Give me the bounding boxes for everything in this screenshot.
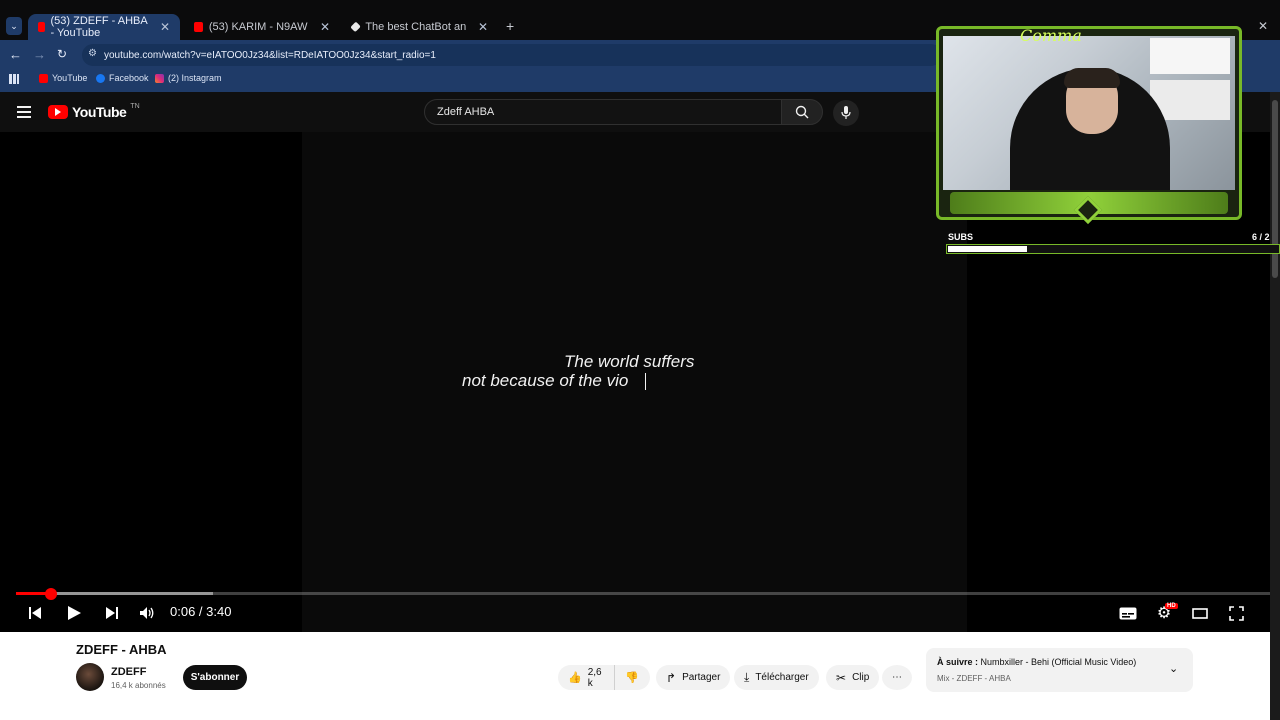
tab-label: (53) KARIM - N9AWEM ( Officia: [208, 21, 308, 33]
search-input[interactable]: Zdeff AHBA: [424, 99, 782, 125]
time-display: 0:06 / 3:40: [170, 604, 232, 619]
youtube-logo[interactable]: YouTube TN: [48, 102, 140, 120]
youtube-favicon-icon: [39, 73, 48, 83]
subs-goal-count: 6 / 25: [1252, 232, 1270, 242]
streamer-hair: [1064, 68, 1120, 88]
lyric-line-1: The world suffers: [564, 352, 695, 371]
close-tab-icon[interactable]: ✕: [160, 20, 170, 34]
download-button[interactable]: ⤓ Télécharger: [734, 665, 819, 690]
previous-button[interactable]: [24, 603, 46, 623]
url-text: youtube.com/watch?v=eIATOO0Jz34&list=RDe…: [104, 49, 436, 61]
forward-icon[interactable]: →: [33, 47, 46, 62]
search-button[interactable]: [781, 99, 823, 125]
next-icon: [106, 607, 118, 619]
more-actions-button[interactable]: ⋯: [882, 665, 912, 690]
tab-label: The best ChatBot and Widgets: [365, 21, 466, 33]
avatar[interactable]: [76, 663, 104, 691]
fullscreen-icon: [1228, 605, 1244, 621]
youtube-play-logo-icon: [48, 105, 68, 119]
download-icon: ⤓: [744, 670, 750, 684]
theater-mode-button[interactable]: [1189, 603, 1211, 623]
instagram-icon: [155, 73, 164, 83]
thumbs-down-icon: 👎: [625, 672, 639, 684]
lyric-line-2: not because of the vio: [462, 371, 629, 390]
more-icon: ⋯: [892, 672, 902, 683]
tab-list-button[interactable]: ⌄: [6, 17, 22, 35]
country-code: TN: [130, 102, 140, 110]
back-icon[interactable]: ←: [9, 47, 22, 62]
tab-label: (53) ZDEFF - AHBA - YouTube: [50, 15, 148, 39]
share-button[interactable]: ↱ Partager: [656, 665, 731, 690]
settings-button[interactable]: ⚙ HD: [1153, 603, 1178, 623]
subs-goal-fill: [948, 246, 1027, 252]
bookmark-label: Facebook: [109, 73, 149, 83]
search-icon: [795, 105, 809, 119]
search-value: Zdeff AHBA: [437, 106, 495, 118]
download-label: Télécharger: [755, 672, 809, 683]
close-tab-icon[interactable]: ✕: [478, 20, 488, 34]
next-button[interactable]: [101, 603, 123, 623]
voice-search-button[interactable]: [833, 100, 859, 126]
up-next-heading: À suivre : Numbxiller - Behi (Official M…: [937, 657, 1136, 667]
youtube-favicon-icon: [38, 22, 45, 32]
facebook-icon: [96, 73, 105, 83]
text-cursor: [645, 373, 646, 390]
microphone-icon: [841, 106, 851, 119]
play-icon: [68, 606, 81, 620]
theater-icon: [1192, 607, 1208, 619]
close-tab-icon[interactable]: ✕: [320, 20, 330, 34]
up-next-title[interactable]: Numbxiller - Behi (Official Music Video): [981, 657, 1137, 667]
up-next-label: À suivre :: [937, 657, 979, 667]
subtitles-icon: [1119, 607, 1137, 619]
video-frame: [302, 132, 967, 632]
background-shelf: [1150, 38, 1230, 74]
webcam-name: Comma: [1020, 26, 1082, 45]
fullscreen-button[interactable]: [1225, 603, 1247, 623]
volume-button[interactable]: [136, 603, 158, 623]
play-button[interactable]: [63, 603, 85, 623]
hd-badge: HD: [1165, 603, 1178, 609]
subtitles-button[interactable]: [1117, 603, 1139, 623]
youtube-favicon-icon: [194, 22, 203, 32]
url-field[interactable]: ⚙ youtube.com/watch?v=eIATOO0Jz34&list=R…: [82, 44, 942, 66]
bookmark-label: YouTube: [52, 73, 88, 83]
up-next-panel[interactable]: [926, 648, 1193, 692]
bookmark-instagram[interactable]: (2) Instagram: [155, 73, 222, 83]
chatbot-favicon-icon: [350, 21, 362, 33]
bookmark-youtube[interactable]: YouTube: [39, 73, 87, 83]
tab-zdeff[interactable]: (53) ZDEFF - AHBA - YouTube ✕: [28, 14, 180, 40]
like-button[interactable]: 👍 2,6 k: [558, 665, 614, 690]
thumbs-up-icon: 👍: [568, 672, 582, 684]
reload-icon[interactable]: ↻: [57, 47, 67, 61]
menu-icon[interactable]: [17, 106, 31, 118]
dislike-button[interactable]: 👎: [614, 665, 650, 690]
close-window-icon[interactable]: ✕: [1258, 19, 1268, 33]
chevron-down-icon[interactable]: ⌄: [1169, 662, 1178, 675]
clip-label: Clip: [852, 672, 870, 683]
subs-goal-label: SUBS: [948, 232, 974, 242]
like-count: 2,6 k: [587, 666, 602, 689]
logo-text: YouTube: [72, 104, 127, 120]
bookmark-facebook[interactable]: Facebook: [96, 73, 149, 83]
bookmark-label: (2) Instagram: [168, 73, 222, 83]
apps-grid-icon[interactable]: [9, 74, 19, 84]
subscriber-count: 16,4 k abonnés: [111, 681, 166, 690]
tab-chatbot[interactable]: The best ChatBot and Widgets ✕: [342, 14, 498, 40]
volume-icon: [140, 607, 154, 619]
video-title: ZDEFF - AHBA: [76, 642, 167, 657]
clip-button[interactable]: ✂ Clip: [826, 665, 880, 690]
share-label: Partager: [682, 672, 721, 683]
scissors-icon: ✂: [836, 670, 847, 685]
tab-karim[interactable]: (53) KARIM - N9AWEM ( Officia ✕: [184, 14, 340, 40]
previous-icon: [29, 607, 41, 619]
share-icon: ↱: [666, 670, 677, 685]
site-info-icon[interactable]: ⚙: [88, 48, 97, 59]
new-tab-button[interactable]: +: [506, 18, 514, 34]
progress-scrubber[interactable]: [45, 588, 57, 600]
up-next-subtitle: Mix - ZDEFF - AHBA: [937, 674, 1011, 683]
subscribe-button[interactable]: S'abonner: [183, 665, 247, 690]
channel-name[interactable]: ZDEFF: [111, 666, 146, 678]
